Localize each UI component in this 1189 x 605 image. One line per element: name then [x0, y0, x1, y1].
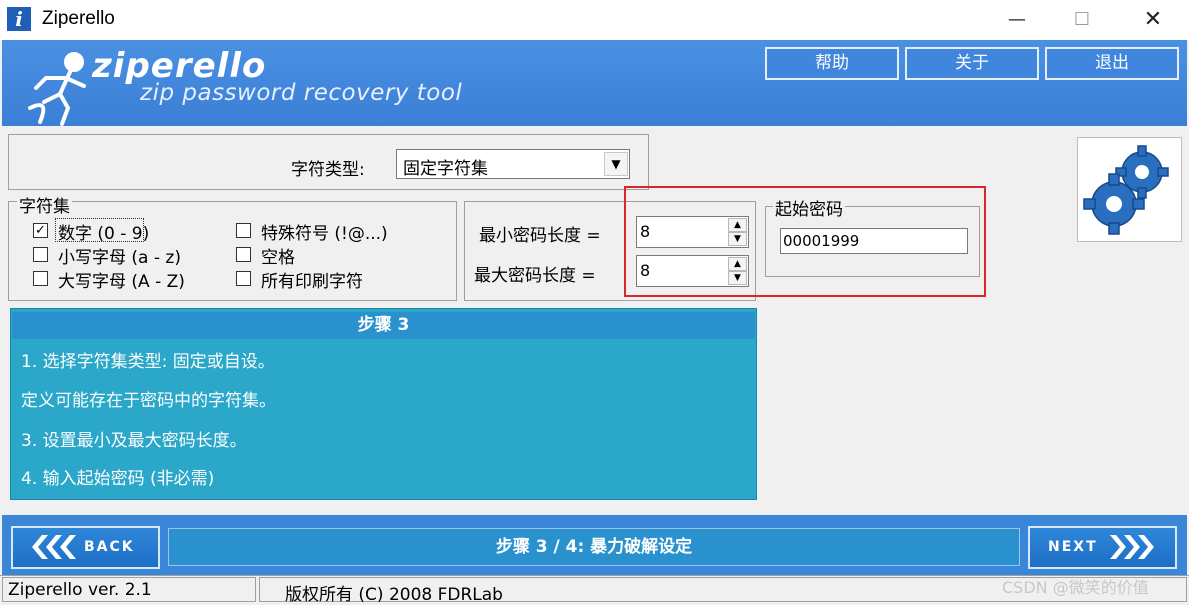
highlight-frame [624, 186, 986, 297]
gear-image-box [1077, 137, 1182, 242]
max-length-label: 最大密码长度 = [474, 266, 596, 286]
checkbox-lowercase-label: 小写字母 (a - z) [58, 248, 181, 268]
charset-type-label: 字符类型: [291, 160, 365, 180]
min-length-label: 最小密码长度 = [479, 226, 601, 246]
double-chevron-right-icon [1110, 535, 1154, 559]
maximize-button[interactable]: ☐ [1059, 0, 1105, 40]
checkbox-uppercase-label: 大写字母 (A - Z) [58, 272, 185, 292]
minimize-button[interactable]: — [994, 0, 1040, 40]
version-text: Ziperello ver. 2.1 [8, 580, 152, 600]
close-button[interactable]: ✕ [1130, 0, 1176, 40]
back-label: BACK [84, 539, 135, 555]
exit-button[interactable]: 退出 [1045, 47, 1179, 80]
gears-icon [1083, 145, 1169, 235]
about-button[interactable]: 关于 [905, 47, 1039, 80]
double-chevron-left-icon [32, 535, 76, 559]
checkbox-printable[interactable] [236, 271, 251, 286]
checkbox-special-label: 特殊符号 (!@...) [261, 224, 388, 244]
checkbox-space[interactable] [236, 247, 251, 262]
checkbox-uppercase[interactable] [33, 271, 48, 286]
charset-type-value: 固定字符集 [403, 159, 488, 179]
checkbox-special[interactable] [236, 223, 251, 238]
step-line: 4. 输入起始密码 (非必需) [21, 469, 215, 489]
checkbox-lowercase[interactable] [33, 247, 48, 262]
checkbox-space-label: 空格 [261, 248, 295, 268]
watermark: CSDN @微笑的价值 [1002, 578, 1149, 597]
brand-tagline: zip password recovery tool [140, 80, 463, 106]
step-line: 3. 设置最小及最大密码长度。 [21, 431, 247, 451]
app-icon: i [7, 7, 31, 31]
chevron-down-icon[interactable]: ▼ [604, 152, 628, 176]
next-label: NEXT [1048, 539, 1098, 555]
help-button[interactable]: 帮助 [765, 47, 899, 80]
checkbox-printable-label: 所有印刷字符 [261, 272, 363, 292]
charset-legend: 字符集 [17, 192, 72, 217]
steps-header: 步骤 3 [12, 312, 755, 339]
checkbox-digits[interactable]: ✓ [33, 223, 48, 238]
window-title: Ziperello [42, 8, 115, 29]
step-line: 1. 选择字符集类型: 固定或自设。 [21, 352, 275, 372]
step-banner: 步骤 3 / 4: 暴力破解设定 [168, 528, 1020, 566]
step-line: 定义可能存在于密码中的字符集。 [21, 391, 276, 411]
copyright-text: 版权所有 (C) 2008 FDRLab [285, 585, 503, 605]
checkbox-digits-label: 数字 (0 - 9) [58, 224, 150, 244]
